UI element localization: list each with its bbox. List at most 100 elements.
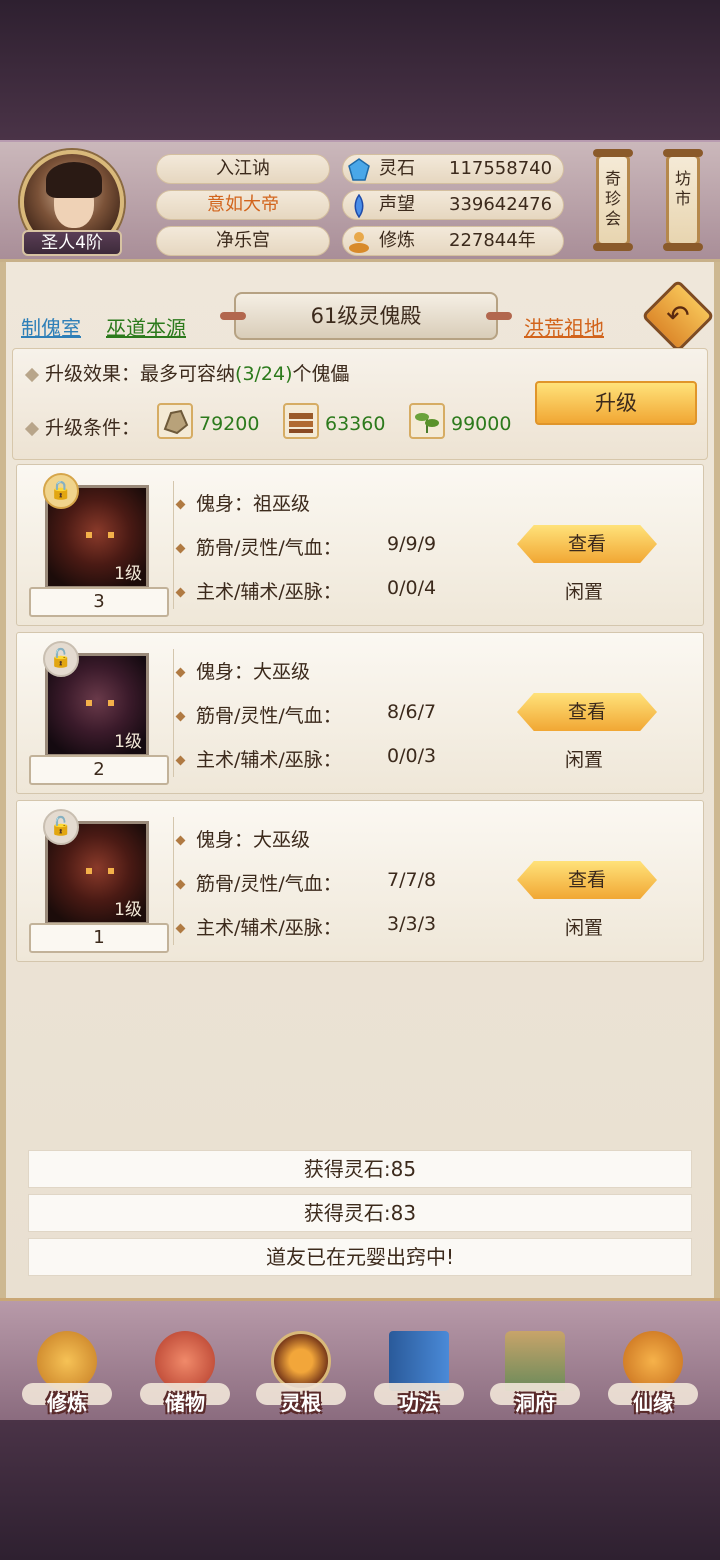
wood-cost: 63360	[325, 413, 386, 435]
puppet-arts-label: 主术/辅术/巫脉：	[175, 913, 342, 940]
bullet-icon	[175, 587, 186, 598]
triskelion-icon	[271, 1331, 331, 1391]
view-button[interactable]: 查看	[517, 693, 657, 731]
puppet-eyes	[86, 532, 114, 538]
stats-label: 筋骨/灵性/气血：	[196, 537, 342, 559]
stats-label: 筋骨/灵性/气血：	[196, 873, 342, 895]
view-button[interactable]: 查看	[517, 861, 657, 899]
unlock-icon[interactable]: 🔓	[43, 641, 79, 677]
body-label: 傀身：	[196, 493, 254, 515]
arts-label: 主术/辅术/巫脉：	[196, 581, 342, 603]
bullet-icon	[175, 835, 186, 846]
ancestral-land-link[interactable]: 洪荒祖地	[524, 312, 604, 341]
unlock-icon[interactable]: 🔓	[43, 809, 79, 845]
pavilion-icon	[505, 1331, 565, 1391]
puppet-stats-label: 筋骨/灵性/气血：	[175, 869, 342, 896]
upgrade-effect-row: 升级效果：最多可容纳(3/24)个傀儡	[24, 359, 350, 386]
upgrade-condition-label: 升级条件：	[24, 413, 141, 440]
effect-suffix: 个傀儡	[292, 363, 350, 385]
capacity-count: (3/24)	[235, 363, 293, 385]
resource-label: 修炼	[379, 230, 415, 251]
puppet-body-row: 傀身：祖巫级	[175, 489, 311, 516]
puppet-card: 1级 🔓 1 傀身：大巫级 筋骨/灵性/气血： 7/7/8 主术/辅术/巫脉： …	[16, 800, 704, 962]
puppet-stats: 9/9/9	[387, 533, 437, 555]
divider	[173, 481, 174, 609]
page-title: 61级灵傀殿	[220, 292, 512, 340]
puppet-level: 1级	[114, 564, 142, 584]
puppet-arts-label: 主术/辅术/巫脉：	[175, 745, 342, 772]
puppet-card: 1级 🔓 2 傀身：大巫级 筋骨/灵性/气血： 8/6/7 主术/辅术/巫脉： …	[16, 632, 704, 794]
nav-label: 洞府	[515, 1391, 555, 1415]
puppet-arts-label: 主术/辅术/巫脉：	[175, 577, 342, 604]
rank-badge: 圣人4阶	[22, 230, 122, 256]
condition-label: 升级条件：	[45, 417, 141, 439]
nav-label: 灵根	[281, 1391, 321, 1415]
herb-cost: 99000	[451, 413, 512, 435]
puppet-number: 1	[29, 923, 169, 953]
player-name: 入江讷	[156, 154, 330, 184]
puppet-stats: 7/7/8	[387, 869, 437, 891]
market-button[interactable]: 坊市	[663, 149, 703, 251]
ore-cost: 79200	[199, 413, 260, 435]
player-sect: 净乐宫	[156, 226, 330, 256]
puppet-body-row: 傀身：大巫级	[175, 825, 311, 852]
view-button[interactable]: 查看	[517, 525, 657, 563]
nav-spirit-root[interactable]: 灵根	[246, 1309, 356, 1417]
divider	[173, 817, 174, 945]
bottom-nav: 修炼 储物 灵根 功法 洞府 仙缘	[0, 1298, 720, 1422]
bullet-icon	[175, 755, 186, 766]
bullet-icon	[24, 421, 40, 436]
resource-cultivation: 修炼 227844年	[342, 226, 564, 256]
puppet-level: 1级	[114, 900, 142, 920]
bullet-icon	[175, 543, 186, 554]
back-arrow-icon: ↶	[666, 299, 690, 332]
resource-label: 灵石	[379, 158, 415, 179]
nav-storage[interactable]: 储物	[130, 1309, 240, 1417]
stats-label: 筋骨/灵性/气血：	[196, 705, 342, 727]
spirit-stone-icon	[348, 158, 370, 181]
arts-label: 主术/辅术/巫脉：	[196, 917, 342, 939]
nav-fate[interactable]: 仙缘	[598, 1309, 708, 1417]
body-value: 祖巫级	[253, 493, 311, 515]
nav-label: 功法	[399, 1391, 439, 1415]
gourd-icon	[623, 1331, 683, 1391]
lock-icon[interactable]: 🔒	[43, 473, 79, 509]
arts-label: 主术/辅术/巫脉：	[196, 749, 342, 771]
puppet-body-row: 傀身：大巫级	[175, 657, 311, 684]
nav-label: 仙缘	[633, 1391, 673, 1415]
cultivation-icon	[349, 232, 369, 253]
nav-cave-dwelling[interactable]: 洞府	[480, 1309, 590, 1417]
nav-techniques[interactable]: 功法	[364, 1309, 474, 1417]
bottom-backdrop	[0, 1420, 720, 1560]
resource-spirit-stone: 灵石 117558740	[342, 154, 564, 184]
resource-label: 声望	[379, 194, 415, 215]
puppet-workshop-link[interactable]: 制傀室	[21, 312, 81, 341]
witch-origin-link[interactable]: 巫道本源	[106, 312, 186, 341]
puppet-level: 1级	[114, 732, 142, 752]
bullet-icon	[175, 923, 186, 934]
bag-icon	[155, 1331, 215, 1391]
herb-icon	[409, 403, 445, 439]
body-value: 大巫级	[253, 661, 311, 683]
upgrade-panel: 升级效果：最多可容纳(3/24)个傀儡 升级条件： 79200 63360 99…	[12, 348, 708, 460]
nav-cultivate[interactable]: 修炼	[12, 1309, 122, 1417]
log-message: 获得灵石:83	[28, 1194, 692, 1232]
puppet-stats-label: 筋骨/灵性/气血：	[175, 701, 342, 728]
puppet-stats-label: 筋骨/灵性/气血：	[175, 533, 342, 560]
body-label: 傀身：	[196, 661, 254, 683]
resource-value: 117558740	[449, 158, 553, 179]
puppet-number: 2	[29, 755, 169, 785]
ore-icon	[157, 403, 193, 439]
puppet-hall-panel: 制傀室 巫道本源 61级灵傀殿 洪荒祖地 ↶ 升级效果：最多可容纳(3/24)个…	[0, 262, 720, 1298]
puppet-arts: 0/0/3	[387, 745, 437, 767]
bullet-icon	[24, 367, 40, 382]
bullet-icon	[175, 667, 186, 678]
effect-prefix: 最多可容纳	[140, 363, 236, 385]
puppet-card: 1级 🔒 3 傀身：祖巫级 筋骨/灵性/气血： 9/9/9 主术/辅术/巫脉： …	[16, 464, 704, 626]
bullet-icon	[175, 711, 186, 722]
puppet-arts: 3/3/3	[387, 913, 437, 935]
body-value: 大巫级	[253, 829, 311, 851]
treasure-fair-button[interactable]: 奇珍会	[593, 149, 633, 251]
puppet-status: 闲置	[565, 581, 604, 603]
upgrade-button[interactable]: 升级	[535, 381, 697, 425]
